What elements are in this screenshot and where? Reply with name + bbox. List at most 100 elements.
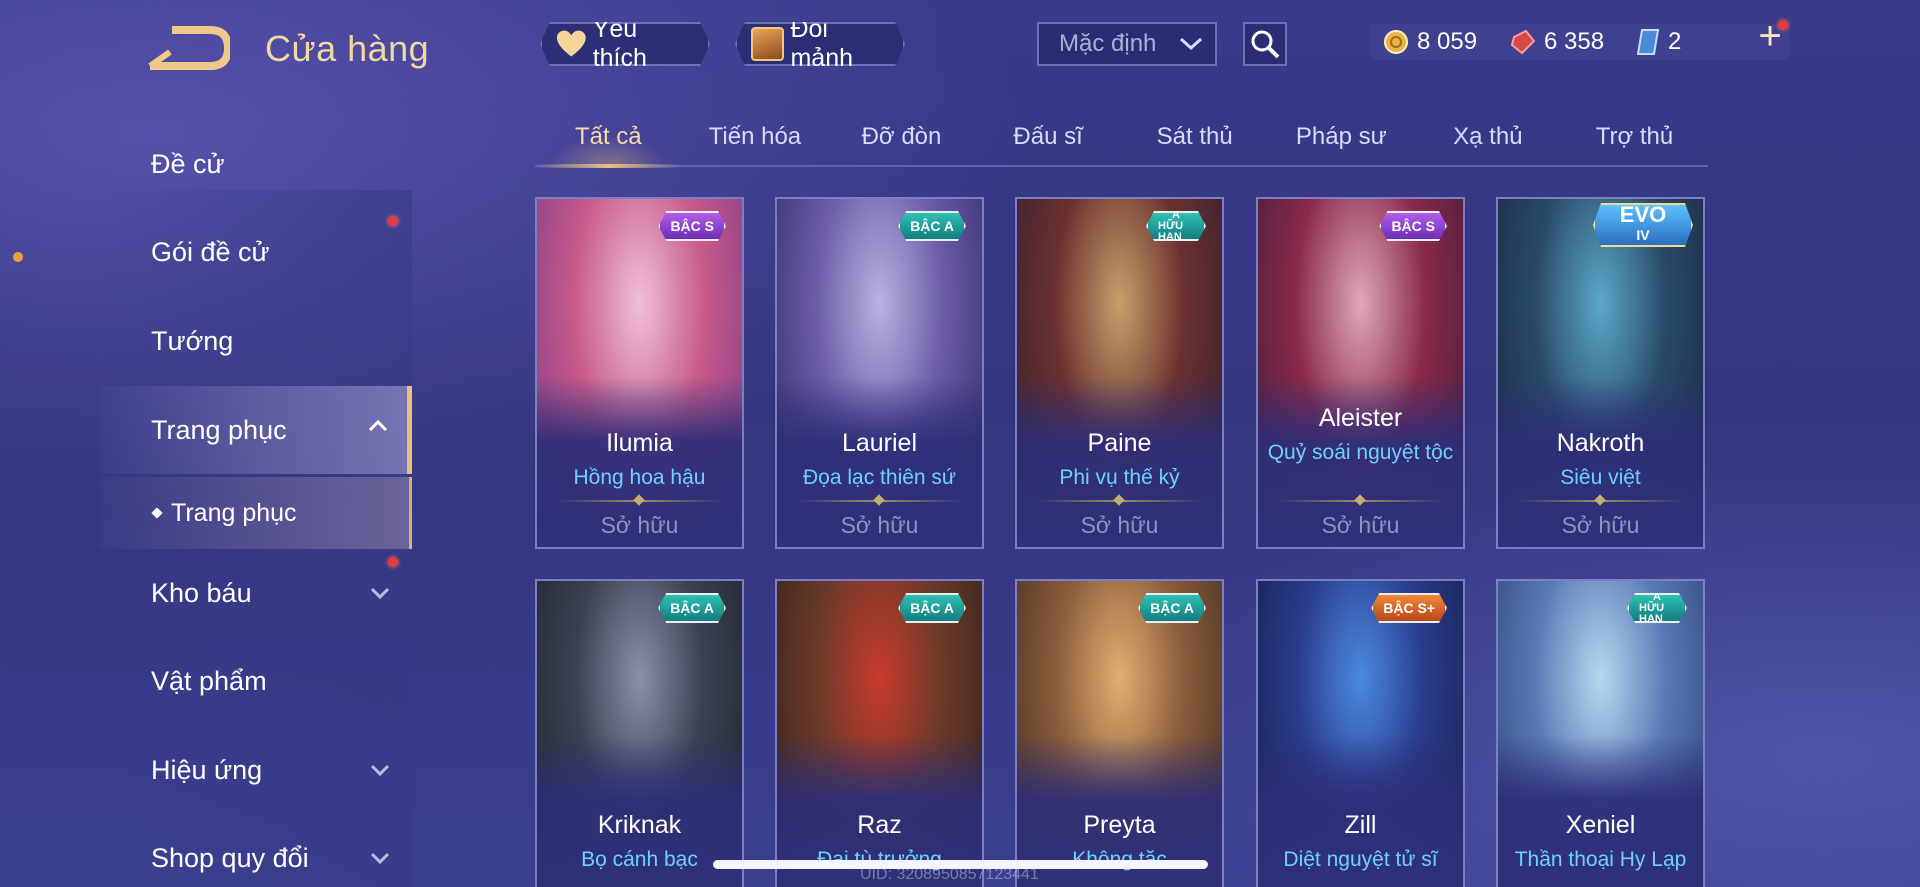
favorite-button[interactable]: Yêu thích	[540, 22, 710, 66]
skin-card[interactable]: BẬC A Lauriel Đọa lạc thiên sứ Sở hữu	[775, 197, 984, 549]
gold-coin-icon	[1384, 30, 1408, 54]
gold-currency: 8 059	[1383, 22, 1477, 62]
voucher-icon	[1510, 29, 1536, 55]
skin-name: Siêu việt	[1560, 466, 1641, 489]
badge-top-text: A	[1172, 208, 1180, 221]
sidebar-item-label: Tướng	[151, 325, 234, 356]
heart-icon	[556, 29, 587, 59]
sidebar-item-treasure[interactable]: Kho báu	[0, 553, 412, 633]
skin-card[interactable]: A HỮU HẠN Xeniel Thần thoại Hy Lạp	[1496, 579, 1705, 887]
sidebar-item-items[interactable]: Vật phẩm	[0, 641, 412, 721]
chevron-down-icon	[370, 852, 390, 865]
card-divider	[1518, 500, 1683, 502]
sort-selected-value: Mặc định	[1059, 30, 1157, 57]
sidebar-item-recommended[interactable]: Đề cử	[0, 124, 412, 204]
hero-name: Aleister	[1318, 404, 1403, 432]
voucher-amount: 6 358	[1544, 28, 1605, 55]
tier-badge: BẬC A	[1138, 593, 1206, 623]
hero-name: Paine	[1087, 429, 1152, 457]
hero-name: Preyta	[1083, 811, 1156, 839]
tier-badge: BẬC S+	[1371, 593, 1447, 623]
sidebar-item-exchange-shop[interactable]: Shop quy đổi	[0, 818, 412, 887]
voucher-currency: 6 358	[1510, 22, 1604, 62]
sidebar-item-label: Gói đề cử	[151, 236, 270, 267]
tab-evolution[interactable]: Tiến hóa	[682, 115, 829, 165]
skin-card[interactable]: BẬC APreytaKhông tặc	[1015, 579, 1224, 887]
tab-all[interactable]: Tất cả	[535, 115, 682, 168]
sidebar-item-label: Trang phục	[151, 414, 287, 445]
hero-name: Raz	[857, 811, 902, 839]
skin-card[interactable]: BẬC S Ilumia Hồng hoa hậu Sở hữu	[535, 197, 744, 549]
sidebar-item-skins[interactable]: Trang phục	[100, 386, 412, 474]
badge-bottom-text: IV	[1636, 227, 1650, 243]
owned-status: Sở hữu	[1321, 512, 1400, 538]
chevron-down-icon	[370, 587, 390, 600]
card-divider	[1278, 500, 1443, 502]
skin-name: Thần thoại Hy Lạp	[1514, 848, 1687, 871]
card-divider	[797, 500, 962, 502]
crystal-card-icon	[1636, 29, 1660, 55]
sort-dropdown[interactable]: Mặc định	[1037, 22, 1217, 66]
owned-status: Sở hữu	[600, 512, 679, 538]
skin-card[interactable]: BẬC S Aleister Quỷ soái nguyệt tộc Sở hữu	[1256, 197, 1465, 549]
crystal-amount: 2	[1668, 28, 1682, 55]
sidebar-subitem-skins[interactable]: Trang phục	[100, 477, 412, 549]
tier-badge: EVO IV	[1593, 203, 1693, 247]
tab-assassin[interactable]: Sát thủ	[1121, 115, 1268, 165]
chevron-up-icon	[368, 419, 388, 432]
skin-card[interactable]: BẬC ARazĐại tù trưởng	[775, 579, 984, 887]
chevron-down-icon	[370, 764, 390, 777]
tab-mage[interactable]: Pháp sư	[1268, 115, 1415, 165]
hero-name: Lauriel	[841, 429, 918, 457]
tier-badge: BẬC A	[898, 211, 966, 241]
exchange-fragments-button[interactable]: Đổi mảnh	[735, 22, 905, 66]
skin-name: Phi vụ thế kỷ	[1059, 466, 1180, 489]
owned-status: Sở hữu	[1561, 512, 1640, 538]
diamond-bullet-icon	[151, 507, 163, 519]
notification-dot	[388, 557, 398, 567]
search-button[interactable]	[1243, 22, 1287, 66]
skin-card[interactable]: A HỮU HẠN Paine Phi vụ thế kỷ Sở hữu	[1015, 197, 1224, 549]
skin-name: Bọ cánh bạc	[581, 848, 698, 871]
card-divider	[557, 500, 722, 502]
tier-badge: A HỮU HẠN	[1146, 211, 1206, 241]
tier-badge: A HỮU HẠN	[1627, 593, 1687, 623]
hero-name: Zill	[1344, 811, 1377, 839]
favorite-label: Yêu thích	[592, 15, 647, 72]
category-tabs: Tất cả Tiến hóa Đỡ đòn Đấu sĩ Sát thủ Ph…	[535, 115, 1708, 168]
tab-fighter[interactable]: Đấu sĩ	[975, 115, 1122, 165]
sidebar-item-heroes[interactable]: Tướng	[0, 301, 412, 381]
skin-card[interactable]: EVO IV Nakroth Siêu việt Sở hữu	[1496, 197, 1705, 549]
back-arrow-icon	[148, 26, 233, 70]
sidebar-item-effects[interactable]: Hiệu ứng	[0, 730, 412, 810]
badge-bottom-text: HỮU HẠN	[1158, 219, 1184, 243]
tier-badge: BẬC S	[658, 211, 726, 241]
sidebar-item-bundles[interactable]: Gói đề cử	[0, 212, 412, 292]
sidebar-item-label: Vật phẩm	[151, 665, 267, 696]
sidebar-item-label: Kho báu	[151, 577, 252, 608]
skin-card[interactable]: BẬC S+ Zill Diệt nguyệt tử sĩ	[1256, 579, 1465, 887]
tab-marksman[interactable]: Xạ thủ	[1415, 115, 1562, 165]
tab-tank[interactable]: Đỡ đòn	[828, 115, 975, 165]
tier-badge: BẬC A	[658, 593, 726, 623]
edge-indicator-dot	[13, 252, 23, 262]
notification-dot	[1778, 20, 1788, 30]
hero-name: Xeniel	[1565, 811, 1636, 839]
badge-top-text: EVO	[1619, 202, 1667, 227]
chevron-down-icon	[1179, 37, 1203, 51]
tab-support[interactable]: Trợ thủ	[1561, 115, 1708, 165]
sidebar-item-label: Shop quy đổi	[151, 842, 309, 873]
skin-name: Đọa lạc thiên sứ	[803, 466, 956, 489]
badge-bottom-text: HỮU HẠN	[1639, 601, 1665, 625]
sidebar-subitem-label: Trang phục	[171, 498, 297, 527]
skin-name: Diệt nguyệt tử sĩ	[1283, 848, 1438, 871]
hero-name: Kriknak	[597, 811, 682, 839]
sidebar: Đề cử Gói đề cử Tướng Trang phục Trang p…	[0, 100, 412, 887]
uid-watermark: UID: 3208950857123441	[860, 866, 1039, 883]
exchange-label: Đổi mảnh	[790, 15, 854, 72]
search-icon	[1251, 30, 1280, 59]
hero-name: Nakroth	[1556, 429, 1645, 457]
back-button[interactable]	[148, 22, 233, 72]
skin-card[interactable]: BẬC A Kriknak Bọ cánh bạc	[535, 579, 744, 887]
page-title: Cửa hàng	[265, 28, 430, 69]
